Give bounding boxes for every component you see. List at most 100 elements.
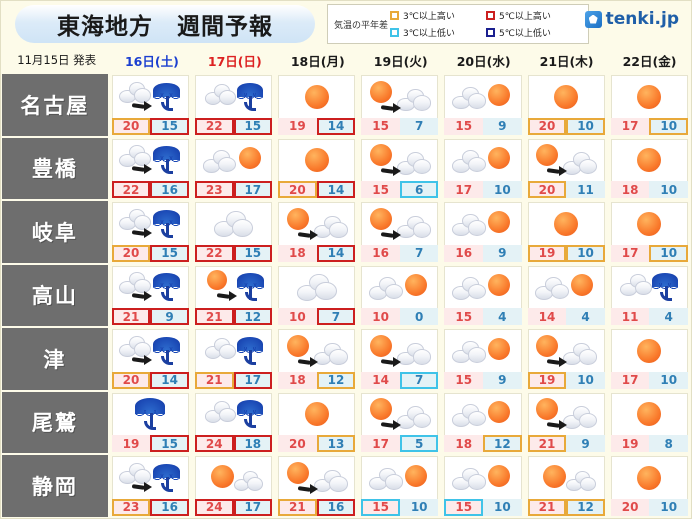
weather-icon-box	[194, 202, 273, 245]
forecast-cell[interactable]: 10 0	[358, 264, 441, 328]
forecast-cell[interactable]: 19 15	[109, 391, 192, 455]
forecast-cell[interactable]: 16 9	[441, 200, 524, 264]
forecast-cell[interactable]: 20 14	[109, 327, 192, 391]
cloud-then-sun-icon	[450, 395, 516, 433]
low-temp: 10	[566, 371, 605, 389]
forecast-cell[interactable]: 17 10	[441, 137, 524, 201]
city-name: 岐阜	[31, 220, 78, 245]
cloud-then-sun-icon	[367, 459, 433, 497]
forecast-cell[interactable]: 17 10	[608, 200, 691, 264]
brand-logo[interactable]: tenki.jp	[584, 9, 679, 29]
weather-icon-box	[194, 265, 273, 308]
temperature-pair: 21 12	[527, 498, 605, 516]
forecast-cell[interactable]: 19 10	[525, 327, 608, 391]
forecast-cell[interactable]: 16 7	[358, 200, 441, 264]
forecast-cell[interactable]: 22 15	[192, 73, 275, 137]
weather-icon-box	[361, 329, 439, 372]
temperature-pair: 17 10	[610, 244, 689, 262]
forecast-cell[interactable]: 21 9	[525, 391, 608, 455]
temperature-pair: 19 10	[527, 371, 605, 389]
forecast-cell[interactable]: 18 12	[275, 327, 358, 391]
forecast-cell[interactable]: 15 7	[358, 73, 441, 137]
sunny-icon	[533, 78, 599, 116]
low-temp: 14	[316, 244, 356, 262]
forecast-cell[interactable]: 21 16	[275, 454, 358, 518]
weather-icon-box	[194, 329, 273, 372]
forecast-cell[interactable]: 23 17	[192, 137, 275, 201]
forecast-cell[interactable]: 20 15	[109, 73, 192, 137]
forecast-cell[interactable]: 14 7	[358, 327, 441, 391]
forecast-cell[interactable]: 22 15	[192, 200, 275, 264]
legend-entries: 3℃以上高い 5℃以上高い 3℃以上低い 5℃以上低い	[390, 7, 582, 41]
city-cell[interactable]: 岐阜	[1, 200, 109, 264]
city-cell[interactable]: 豊橋	[1, 136, 109, 200]
page-title-text: 東海地方 週間予報	[57, 14, 273, 40]
temperature-pair: 21 16	[278, 498, 356, 516]
weather-icon-box	[610, 392, 689, 435]
forecast-cell[interactable]: 11 4	[608, 264, 691, 328]
forecast-cell[interactable]: 21 12	[525, 454, 608, 518]
forecast-cell[interactable]: 15 9	[441, 73, 524, 137]
cloud-then-sun-icon	[450, 268, 516, 306]
forecast-cell[interactable]: 17 10	[608, 73, 691, 137]
temperature-pair: 19 15	[111, 435, 189, 452]
high-temp: 15	[444, 308, 484, 325]
forecast-cell[interactable]: 23 16	[109, 454, 192, 518]
forecast-cell[interactable]: 18 12	[441, 391, 524, 455]
forecast-cell[interactable]: 20 15	[109, 200, 192, 264]
forecast-cell[interactable]: 15 9	[441, 327, 524, 391]
high-temp: 22	[111, 181, 151, 198]
city-cell[interactable]: 尾鷲	[1, 390, 109, 454]
forecast-cell[interactable]: 21 9	[109, 264, 192, 328]
forecast-cell[interactable]: 24 18	[192, 391, 275, 455]
forecast-cell[interactable]: 19 14	[275, 73, 358, 137]
forecast-cell[interactable]: 14 4	[525, 264, 608, 328]
temperature-pair: 17 5	[361, 435, 439, 452]
city-cell[interactable]: 高山	[1, 263, 109, 327]
forecast-cell[interactable]: 24 17	[192, 454, 275, 518]
forecast-cell[interactable]: 18 14	[275, 200, 358, 264]
forecast-cell[interactable]: 19 8	[608, 391, 691, 455]
high-temp: 20	[111, 371, 151, 389]
temperature-pair: 17 10	[610, 117, 689, 135]
sun-then-cloud-icon	[284, 205, 350, 243]
sunny-icon	[616, 332, 682, 370]
forecast-cell[interactable]: 18 10	[608, 137, 691, 201]
forecast-cell[interactable]: 21 12	[192, 264, 275, 328]
forecast-cell[interactable]: 15 4	[441, 264, 524, 328]
forecast-cell[interactable]: 19 10	[525, 200, 608, 264]
high-temp: 20	[111, 117, 151, 135]
sun-then-cloud-icon	[367, 78, 433, 116]
low-temp: 10	[649, 244, 689, 262]
forecast-cell[interactable]: 15 10	[441, 454, 524, 518]
low-temp: 18	[233, 435, 273, 452]
legend-label-cold-5: 5℃以上低い	[499, 29, 551, 39]
low-temp: 0	[399, 308, 439, 325]
forecast-cell[interactable]: 20 10	[525, 73, 608, 137]
high-temp: 15	[444, 117, 484, 135]
high-temp: 19	[527, 371, 567, 389]
forecast-cell[interactable]: 15 10	[358, 454, 441, 518]
weather-icon-box	[361, 202, 439, 245]
weather-icon-box	[111, 456, 189, 499]
temperature-pair: 18 10	[610, 181, 689, 198]
low-temp: 5	[399, 435, 439, 452]
cloud-then-sun-icon	[201, 141, 267, 179]
forecast-cell[interactable]: 15 6	[358, 137, 441, 201]
forecast-row: 尾鷲 19 15 24 18 20 13 17 5 18 12 21 9 19 8	[1, 390, 691, 455]
forecast-cell[interactable]: 10 7	[275, 264, 358, 328]
city-cell[interactable]: 名古屋	[1, 73, 109, 137]
forecast-cell[interactable]: 17 10	[608, 327, 691, 391]
forecast-cell[interactable]: 20 10	[608, 454, 691, 518]
forecast-cell[interactable]: 21 17	[192, 327, 275, 391]
weather-icon-box	[610, 265, 689, 308]
temperature-pair: 15 10	[361, 498, 439, 516]
forecast-cell[interactable]: 17 5	[358, 391, 441, 455]
city-cell[interactable]: 静岡	[1, 454, 109, 518]
cloud-then-rain-icon	[117, 268, 183, 306]
forecast-cell[interactable]: 22 16	[109, 137, 192, 201]
forecast-cell[interactable]: 20 11	[525, 137, 608, 201]
forecast-cell[interactable]: 20 13	[275, 391, 358, 455]
city-cell[interactable]: 津	[1, 327, 109, 391]
forecast-cell[interactable]: 20 14	[275, 137, 358, 201]
